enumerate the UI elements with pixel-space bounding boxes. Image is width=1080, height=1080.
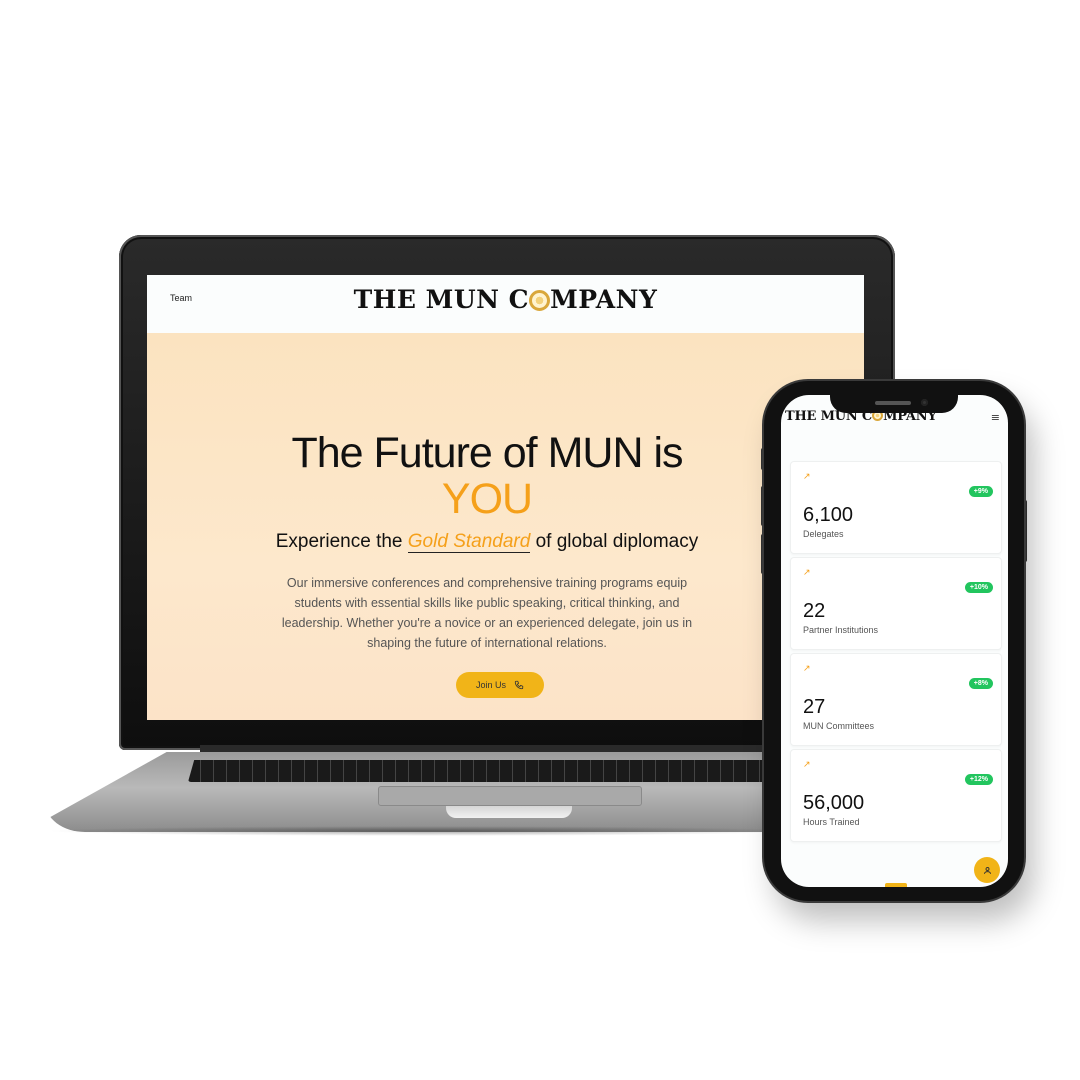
device-mockup-stage: Team THE MUN C MPANY The Future of MUN is… — [0, 0, 1080, 1080]
stat-value: 6,100 — [803, 504, 854, 526]
stat-change-badge: +9% — [968, 486, 993, 497]
stat-label: Delegates — [803, 529, 844, 539]
trend-up-icon: ↗ — [803, 568, 811, 578]
stat-card-mun-committees: ↗ +8% 27 MUN Committees — [790, 653, 1002, 746]
logo-text-start: THE MUN C — [353, 285, 530, 314]
laptop-keyboard — [188, 760, 808, 782]
trend-up-icon: ↗ — [803, 664, 811, 674]
hero-subtitle-highlight: Gold Standard — [407, 531, 531, 553]
hero-section: The Future of MUN is YOU Experience the … — [147, 333, 864, 720]
stat-card-hours-trained: ↗ +12% 56,000 Hours Trained — [790, 749, 1002, 842]
laptop-shadow — [45, 826, 805, 836]
hamburger-menu-icon[interactable]: ≡ — [991, 411, 1000, 424]
laptop-screen: Team THE MUN C MPANY The Future of MUN is… — [147, 275, 864, 720]
join-us-label: Join Us — [475, 680, 506, 690]
trend-up-icon: ↗ — [803, 472, 811, 482]
logo-text-end: MPANY — [550, 285, 658, 314]
stat-card-partner-institutions: ↗ +10% 22 Partner Institutions — [790, 557, 1002, 650]
laptop-lip-notch — [446, 806, 572, 818]
hero-description: Our immersive conferences and comprehens… — [281, 576, 693, 650]
floating-user-button[interactable] — [974, 857, 1000, 883]
stat-label: Partner Institutions — [803, 625, 879, 635]
stat-change-badge: +12% — [964, 774, 993, 785]
stat-change-badge: +8% — [968, 678, 993, 689]
hero-title-highlight: YOU — [441, 475, 533, 523]
trend-up-icon: ↗ — [803, 760, 811, 770]
laptop-trackpad — [378, 786, 642, 806]
phone-speaker — [875, 401, 911, 405]
hero-title: The Future of MUN is — [291, 429, 684, 477]
stat-label: Hours Trained — [803, 817, 860, 827]
join-us-button[interactable]: Join Us — [456, 672, 544, 698]
hero-subtitle-end: of global diplomacy — [530, 531, 699, 552]
stat-change-badge: +10% — [964, 582, 993, 593]
globe-emblem-icon — [529, 290, 551, 311]
phone-screen: THE MUN C MPANY ≡ ↗ +9% 6,100 Delegates ↗… — [781, 395, 1008, 887]
user-icon — [983, 866, 991, 874]
stat-value: 56,000 — [803, 792, 865, 814]
phone-camera — [921, 399, 928, 406]
phone-icon — [514, 680, 524, 690]
stat-card-delegates: ↗ +9% 6,100 Delegates — [790, 461, 1002, 554]
hero-subtitle-start: Experience the — [275, 531, 408, 552]
stat-label: MUN Committees — [803, 721, 875, 731]
hero-subtitle: Experience the Gold Standard of global d… — [147, 531, 827, 553]
site-logo[interactable]: THE MUN C MPANY — [147, 285, 864, 314]
stat-value: 22 — [803, 600, 826, 622]
stat-value: 27 — [803, 696, 826, 718]
site-header: Team THE MUN C MPANY — [147, 275, 864, 333]
bottom-tab-indicator[interactable] — [885, 883, 907, 887]
